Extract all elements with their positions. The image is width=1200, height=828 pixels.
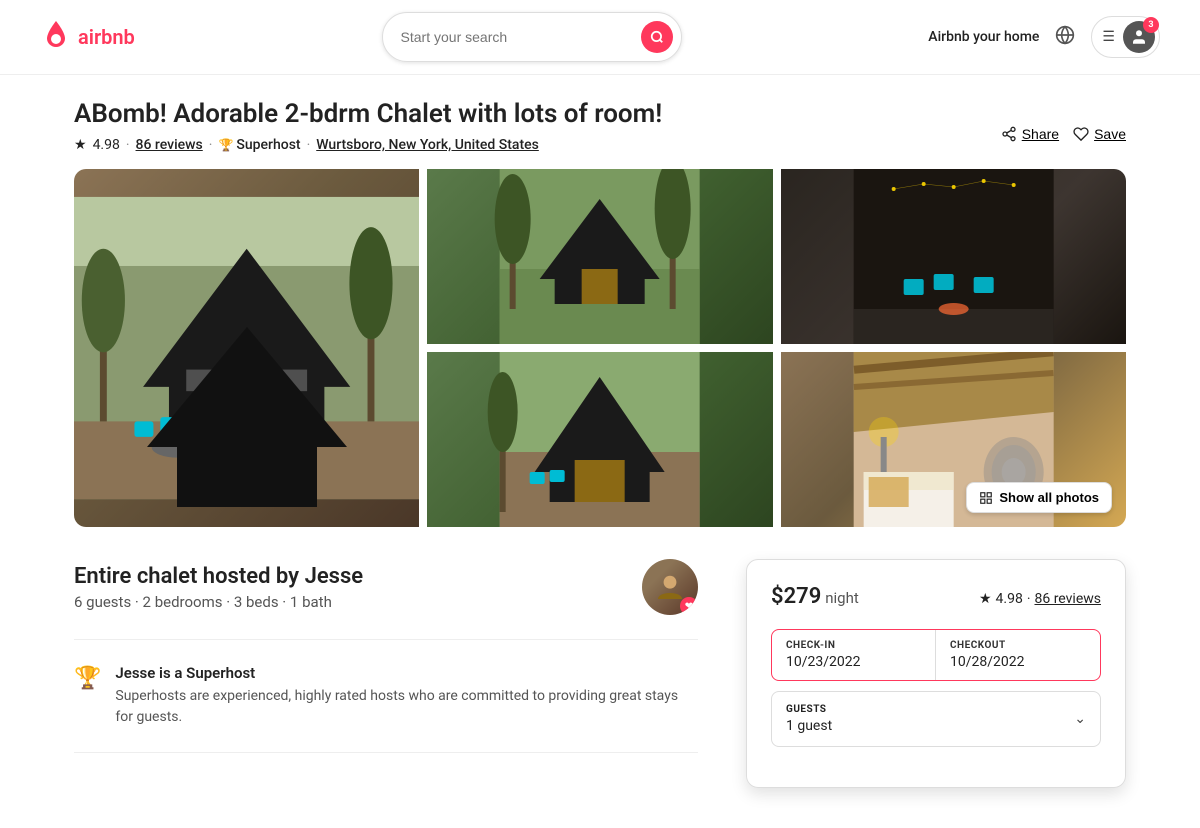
booking-rating: ★ 4.98 · 86 reviews	[979, 591, 1101, 607]
search-bar[interactable]	[382, 12, 682, 62]
search-button[interactable]	[641, 21, 673, 53]
checkin-label: CHECK-IN	[786, 640, 921, 651]
listing-title: ABomb! Adorable 2-bdrm Chalet with lots …	[74, 99, 662, 129]
superhost-title: Jesse is a Superhost	[115, 664, 698, 682]
superhost-section: 🏆 Jesse is a Superhost Superhosts are ex…	[74, 640, 698, 753]
listing-actions: Share Save	[1001, 126, 1126, 142]
per-night-label: night	[825, 589, 859, 607]
header-right: Airbnb your home ☰ 3	[928, 16, 1160, 58]
listing-meta: ★ 4.98 · 86 reviews · 🏆 Superhost · Wurt…	[74, 137, 662, 153]
chevron-down-icon: ⌄	[1074, 711, 1086, 727]
checkout-label: CHECKOUT	[950, 640, 1086, 651]
save-label: Save	[1094, 126, 1126, 142]
header: airbnb Airbnb your home ☰ 3	[0, 0, 1200, 75]
photo-main[interactable]	[74, 169, 419, 527]
title-row: ABomb! Adorable 2-bdrm Chalet with lots …	[74, 99, 1126, 169]
user-menu[interactable]: ☰ 3	[1091, 16, 1160, 58]
logo-text: airbnb	[78, 25, 135, 49]
guests-value: 1 guest	[786, 718, 832, 734]
share-label: Share	[1022, 126, 1059, 142]
dates-grid[interactable]: CHECK-IN 10/23/2022 CHECKOUT 10/28/2022	[771, 629, 1101, 681]
photo-top-right-2[interactable]	[781, 169, 1126, 344]
logo-icon	[40, 19, 72, 55]
price-amount: $279	[771, 584, 821, 609]
globe-icon[interactable]	[1055, 25, 1075, 50]
show-all-photos-button[interactable]: Show all photos	[966, 482, 1112, 513]
hosted-title: Entire chalet hosted by Jesse	[74, 564, 363, 589]
price-row: $279 night ★ 4.98 · 86 reviews	[771, 584, 1101, 609]
star-icon: ★	[74, 137, 87, 153]
logo-area[interactable]: airbnb	[40, 19, 135, 55]
hosted-by-section: Entire chalet hosted by Jesse 6 guests ·…	[74, 559, 698, 640]
rating-value: 4.98	[93, 137, 120, 153]
checkin-date: 10/23/2022	[786, 654, 921, 670]
save-button[interactable]: Save	[1073, 126, 1126, 142]
booking-card: $279 night ★ 4.98 · 86 reviews CHECK-IN …	[746, 559, 1126, 788]
host-avatar[interactable]: ❤	[642, 559, 698, 615]
main-content: ABomb! Adorable 2-bdrm Chalet with lots …	[50, 75, 1150, 828]
show-photos-label: Show all photos	[999, 490, 1099, 505]
checkout-date: 10/28/2022	[950, 654, 1086, 670]
booking-reviews-link[interactable]: 86 reviews	[1034, 591, 1101, 607]
host-heart-icon: ❤	[680, 597, 698, 615]
listing-body: Entire chalet hosted by Jesse 6 guests ·…	[74, 559, 1126, 788]
hosted-details: 6 guests · 2 bedrooms · 3 beds · 1 bath	[74, 593, 363, 611]
checkin-box[interactable]: CHECK-IN 10/23/2022	[772, 630, 936, 680]
booking-star-icon: ★	[979, 591, 992, 607]
review-count-link[interactable]: 86 reviews	[136, 137, 203, 153]
guests-selector[interactable]: GUESTS 1 guest ⌄	[771, 691, 1101, 747]
notification-badge: 3	[1143, 17, 1159, 33]
photo-bottom-right-1[interactable]	[427, 352, 772, 527]
hamburger-icon: ☰	[1102, 29, 1115, 45]
photo-grid: Show all photos	[74, 169, 1126, 527]
photo-top-right-1[interactable]	[427, 169, 772, 344]
superhost-label: Superhost	[236, 137, 300, 153]
listing-left: Entire chalet hosted by Jesse 6 guests ·…	[74, 559, 698, 788]
airbnb-home-link[interactable]: Airbnb your home	[928, 29, 1039, 45]
booking-rating-value: 4.98	[996, 591, 1023, 607]
checkout-box[interactable]: CHECKOUT 10/28/2022	[936, 630, 1100, 680]
location-link[interactable]: Wurtsboro, New York, United States	[316, 137, 539, 153]
avatar: 3	[1123, 21, 1155, 53]
superhost-description: Superhosts are experienced, highly rated…	[115, 686, 698, 728]
share-button[interactable]: Share	[1001, 126, 1059, 142]
superhost-trophy-icon: 🏆	[74, 666, 101, 691]
superhost-icon: 🏆	[218, 138, 233, 152]
search-input[interactable]	[401, 29, 631, 45]
guests-label: GUESTS	[786, 704, 832, 715]
superhost-badge: 🏆 Superhost	[218, 137, 300, 153]
photo-bottom-right-2[interactable]: Show all photos	[781, 352, 1126, 527]
